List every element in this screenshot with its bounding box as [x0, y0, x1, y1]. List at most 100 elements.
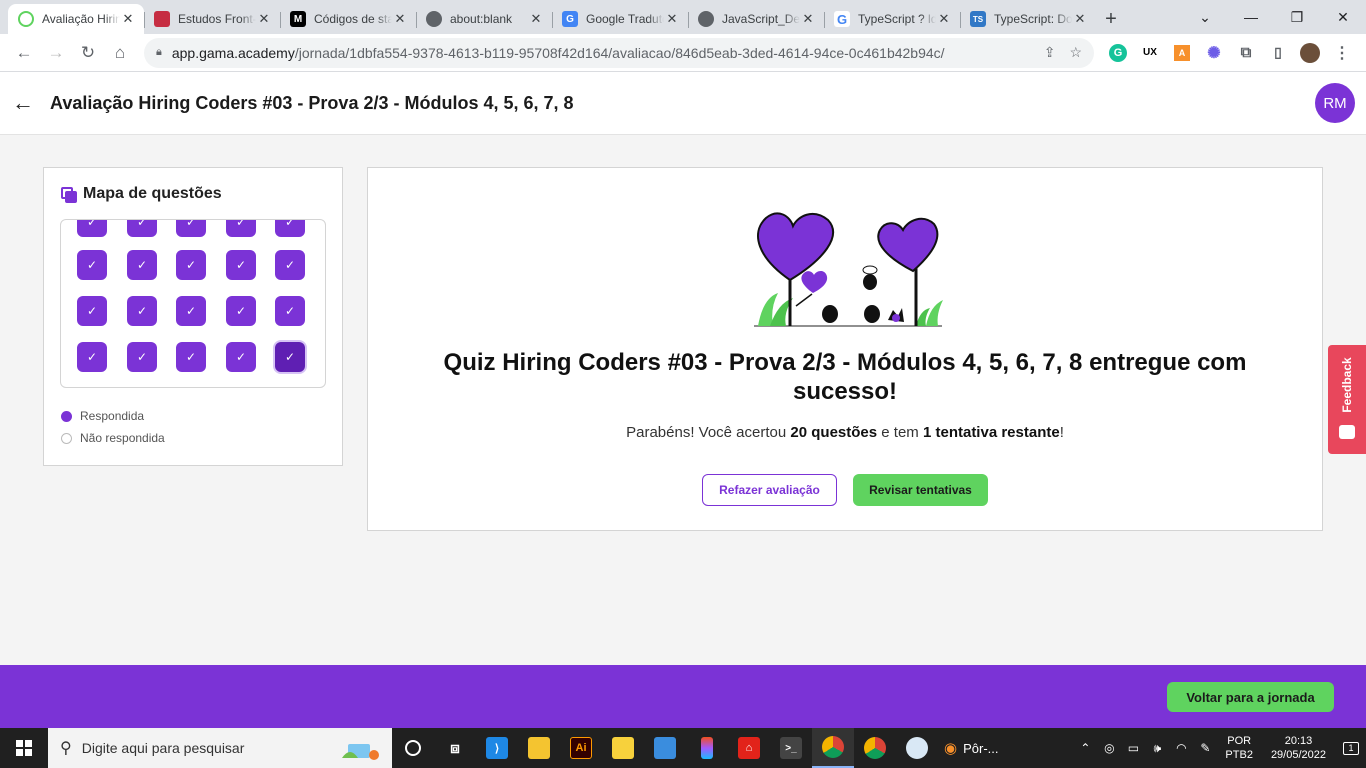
back-to-journey-button[interactable]: Voltar para a jornada [1167, 682, 1334, 712]
restore-icon[interactable]: ❐ [1274, 0, 1320, 34]
close-tab-icon[interactable]: ✕ [1072, 11, 1088, 27]
terminal-icon[interactable]: >_ [770, 728, 812, 768]
minimize-icon[interactable]: — [1228, 0, 1274, 34]
browser-tab-3[interactable]: about:blank ✕ [416, 4, 552, 34]
file-explorer-icon[interactable] [518, 728, 560, 768]
share-icon[interactable]: ⇪ [1044, 44, 1056, 61]
volume-icon[interactable]: 🕪︎ [1145, 741, 1169, 756]
globe-icon [426, 11, 442, 27]
close-tab-icon[interactable]: ✕ [800, 11, 816, 27]
forward-icon[interactable]: → [40, 37, 72, 69]
tab-title: Códigos de status [314, 12, 392, 26]
tab-search-icon[interactable]: ⌄ [1182, 0, 1228, 34]
question-cell[interactable]: ✓ [275, 220, 305, 237]
bookmark-star-icon[interactable]: ☆ [1069, 44, 1082, 61]
question-cell[interactable]: ✓ [176, 250, 206, 280]
question-cell[interactable]: ✓ [127, 342, 157, 372]
page-title: Avaliação Hiring Coders #03 - Prova 2/3 … [50, 92, 574, 113]
illustrator-icon[interactable]: Ai [560, 728, 602, 768]
profile-avatar[interactable] [1294, 37, 1326, 69]
snowflake-extension-icon[interactable]: ✺ [1198, 37, 1230, 69]
notifications-icon[interactable]: 1 [1336, 728, 1366, 768]
question-cell[interactable]: ✓ [226, 342, 256, 372]
webcam-icon[interactable]: ◎ [1097, 741, 1121, 755]
extension-a-icon[interactable]: A [1166, 37, 1198, 69]
ux-extension-icon[interactable]: UX [1134, 37, 1166, 69]
question-cell[interactable]: ✓ [275, 342, 305, 372]
chevron-up-icon[interactable]: ⌃ [1073, 741, 1097, 755]
question-grid[interactable]: ✓ ✓ ✓ ✓ ✓ ✓ ✓ ✓ ✓ ✓ ✓ ✓ ✓ ✓ ✓ ✓ ✓ ✓ ✓ ✓ [60, 219, 326, 388]
globe-icon [698, 11, 714, 27]
paint-icon[interactable] [896, 728, 938, 768]
grammarly-icon[interactable]: G [1102, 37, 1134, 69]
question-cell[interactable]: ✓ [176, 342, 206, 372]
question-cell[interactable]: ✓ [226, 250, 256, 280]
user-avatar[interactable]: RM [1315, 83, 1355, 123]
question-cell[interactable]: ✓ [77, 250, 107, 280]
home-icon[interactable]: ⌂ [104, 37, 136, 69]
browser-tab-5[interactable]: JavaScript_Deep ✕ [688, 4, 824, 34]
language-indicator[interactable]: POR PTB2 [1225, 734, 1253, 762]
question-cell[interactable]: ✓ [127, 220, 157, 237]
question-cell[interactable]: ✓ [77, 342, 107, 372]
close-tab-icon[interactable]: ✕ [256, 11, 272, 27]
result-summary: Parabéns! Você acertou 20 questões e tem… [408, 424, 1282, 441]
question-cell[interactable]: ✓ [226, 220, 256, 237]
weather-widget[interactable]: ◉ Pôr-... [944, 739, 999, 757]
acrobat-icon[interactable]: ⌂ [728, 728, 770, 768]
chrome-profile-icon[interactable] [854, 728, 896, 768]
feedback-tab[interactable]: Feedback [1328, 345, 1366, 454]
side-panel-icon[interactable]: ▯ [1262, 37, 1294, 69]
close-tab-icon[interactable]: ✕ [528, 11, 544, 27]
browser-tab-4[interactable]: G Google Tradutor ✕ [552, 4, 688, 34]
browser-tab-6[interactable]: G TypeScript ? ld ✕ [824, 4, 960, 34]
question-cell[interactable]: ✓ [275, 250, 305, 280]
address-bar[interactable]: 🔒︎ app.gama.academy/jornada/1dbfa554-937… [144, 37, 1094, 68]
chrome-icon[interactable] [812, 728, 854, 768]
question-cell[interactable]: ✓ [77, 296, 107, 326]
question-cell[interactable]: ✓ [127, 296, 157, 326]
pen-icon[interactable]: ✎ [1193, 741, 1217, 755]
lock-icon[interactable]: 🔒︎ [156, 46, 162, 59]
taskbar-search[interactable]: ⚲ Digite aqui para pesquisar [48, 728, 392, 768]
system-tray: ⌃ ◎ ▭ 🕪︎ ◠ ✎ POR PTB2 20:13 29/05/2022 1 [1073, 728, 1366, 768]
clock[interactable]: 20:13 29/05/2022 [1271, 734, 1326, 762]
task-view-icon[interactable]: ⧈ [434, 728, 476, 768]
figma-icon[interactable] [686, 728, 728, 768]
close-window-icon[interactable]: ✕ [1320, 0, 1366, 34]
reload-icon[interactable]: ↻ [72, 37, 104, 69]
back-arrow-icon[interactable]: ← [0, 90, 46, 116]
clock-date: 29/05/2022 [1270, 749, 1326, 761]
start-button[interactable] [0, 728, 48, 768]
cortana-icon[interactable] [392, 728, 434, 768]
tab-title: JavaScript_Deep [722, 12, 800, 26]
photos-icon[interactable] [644, 728, 686, 768]
question-cell[interactable]: ✓ [176, 296, 206, 326]
sticky-notes-icon[interactable] [602, 728, 644, 768]
new-tab-button[interactable]: + [1096, 4, 1126, 34]
browser-tab-7[interactable]: TS TypeScript: Do ✕ [960, 4, 1096, 34]
question-cell[interactable]: ✓ [275, 296, 305, 326]
back-icon[interactable]: ← [8, 37, 40, 69]
browser-tab-0[interactable]: Avaliação Hiring Coders ✕ [8, 4, 144, 34]
question-cell[interactable]: ✓ [77, 220, 107, 237]
extensions-puzzle-icon[interactable]: ⧉ [1230, 37, 1262, 69]
browser-menu-icon[interactable]: ⋮ [1326, 37, 1358, 69]
browser-tab-1[interactable]: Estudos Front-end ✕ [144, 4, 280, 34]
result-panel: Quiz Hiring Coders #03 - Prova 2/3 - Mód… [367, 167, 1323, 531]
wifi-icon[interactable]: ◠ [1169, 741, 1193, 755]
vscode-icon[interactable]: ⟩ [476, 728, 518, 768]
question-cell[interactable]: ✓ [127, 250, 157, 280]
close-tab-icon[interactable]: ✕ [120, 11, 136, 27]
legend-answered: Respondida [61, 405, 165, 427]
redo-assessment-button[interactable]: Refazer avaliação [702, 474, 837, 506]
review-attempts-button[interactable]: Revisar tentativas [853, 474, 988, 506]
question-cell[interactable]: ✓ [226, 296, 256, 326]
taskbar-search-placeholder: Digite aqui para pesquisar [81, 740, 245, 756]
close-tab-icon[interactable]: ✕ [664, 11, 680, 27]
close-tab-icon[interactable]: ✕ [392, 11, 408, 27]
close-tab-icon[interactable]: ✕ [936, 11, 952, 27]
battery-icon[interactable]: ▭ [1121, 741, 1145, 755]
browser-tab-2[interactable]: M Códigos de status ✕ [280, 4, 416, 34]
question-cell[interactable]: ✓ [176, 220, 206, 237]
